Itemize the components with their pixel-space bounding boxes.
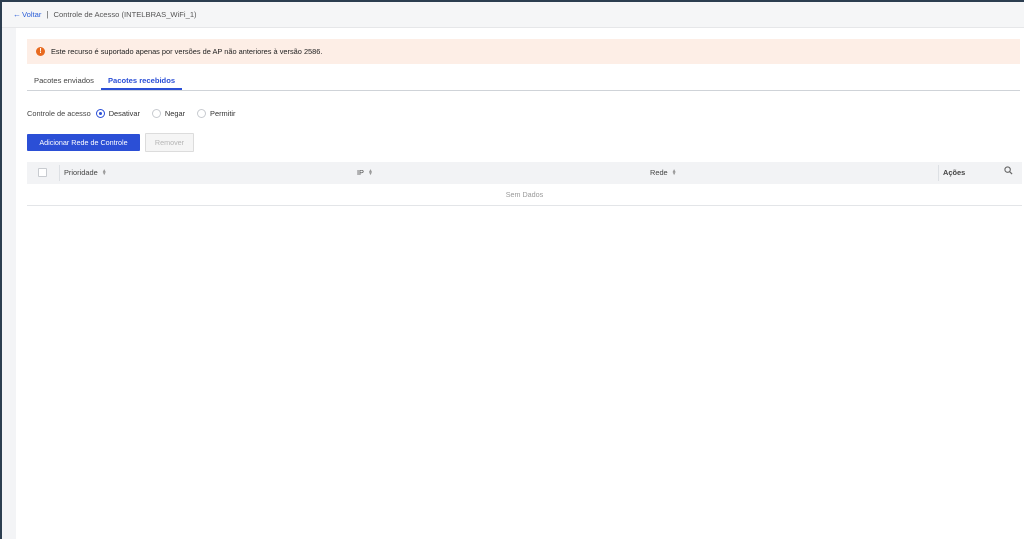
column-rede[interactable]: Rede ▲ ▼	[650, 168, 677, 177]
access-control-label: Controle de acesso	[27, 109, 91, 118]
sort-icon[interactable]: ▲ ▼	[672, 168, 677, 176]
radio-unchecked-icon[interactable]	[151, 109, 161, 118]
tab-pacotes-recebidos[interactable]: Pacotes recebidos	[100, 72, 183, 90]
warning-alert: ! Este recurso é suportado apenas por ve…	[27, 39, 1020, 64]
sort-icon[interactable]: ▲ ▼	[368, 168, 373, 176]
column-divider	[938, 165, 939, 181]
radio-desativar-label: Desativar	[108, 109, 140, 118]
tab-pacotes-enviados[interactable]: Pacotes enviados	[27, 72, 101, 90]
arrow-left-icon: ←	[13, 10, 21, 19]
select-all-checkbox[interactable]	[38, 168, 47, 177]
radio-unchecked-icon[interactable]	[197, 109, 207, 118]
radio-desativar[interactable]: Desativar	[95, 109, 140, 118]
column-divider	[59, 165, 60, 181]
column-prioridade-label: Prioridade	[64, 168, 98, 177]
column-acoes-label: Ações	[943, 168, 966, 177]
empty-table-message: Sem Dados	[27, 184, 1022, 206]
search-icon[interactable]	[1004, 166, 1013, 177]
radio-permitir[interactable]: Permitir	[197, 109, 236, 118]
column-rede-label: Rede	[650, 168, 668, 177]
radio-negar[interactable]: Negar	[151, 109, 186, 118]
sort-icon[interactable]: ▲ ▼	[102, 168, 107, 176]
column-ip[interactable]: IP ▲ ▼	[357, 168, 373, 177]
back-link[interactable]: ← Voltar	[13, 10, 41, 19]
radio-checked-icon[interactable]	[95, 109, 105, 118]
radio-negar-label: Negar	[164, 109, 186, 118]
app-frame: ← Voltar | Controle de Acesso (INTELBRAS…	[0, 2, 1024, 539]
access-control-radio-group: Controle de acesso Desativar Negar Permi…	[27, 108, 248, 119]
page-title: Controle de Acesso (INTELBRAS_WiFi_1)	[53, 10, 197, 19]
column-acoes: Ações	[943, 168, 965, 177]
alert-text: Este recurso é suportado apenas por vers…	[51, 47, 323, 56]
remove-button: Remover	[145, 133, 194, 152]
radio-permitir-label: Permitir	[210, 109, 236, 118]
warning-icon: !	[36, 47, 45, 56]
add-control-network-button[interactable]: Adicionar Rede de Controle	[27, 134, 140, 151]
table-header: Prioridade ▲ ▼ IP ▲ ▼ Rede ▲ ▼ Ações	[27, 162, 1022, 184]
breadcrumb-separator: |	[46, 10, 49, 19]
top-bar: ← Voltar | Controle de Acesso (INTELBRAS…	[2, 2, 1024, 28]
main-content: ! Este recurso é suportado apenas por ve…	[16, 28, 1024, 539]
column-prioridade[interactable]: Prioridade ▲ ▼	[64, 168, 107, 177]
back-label: Voltar	[22, 10, 42, 19]
column-ip-label: IP	[357, 168, 364, 177]
tab-bar: Pacotes enviados Pacotes recebidos	[27, 72, 1020, 91]
